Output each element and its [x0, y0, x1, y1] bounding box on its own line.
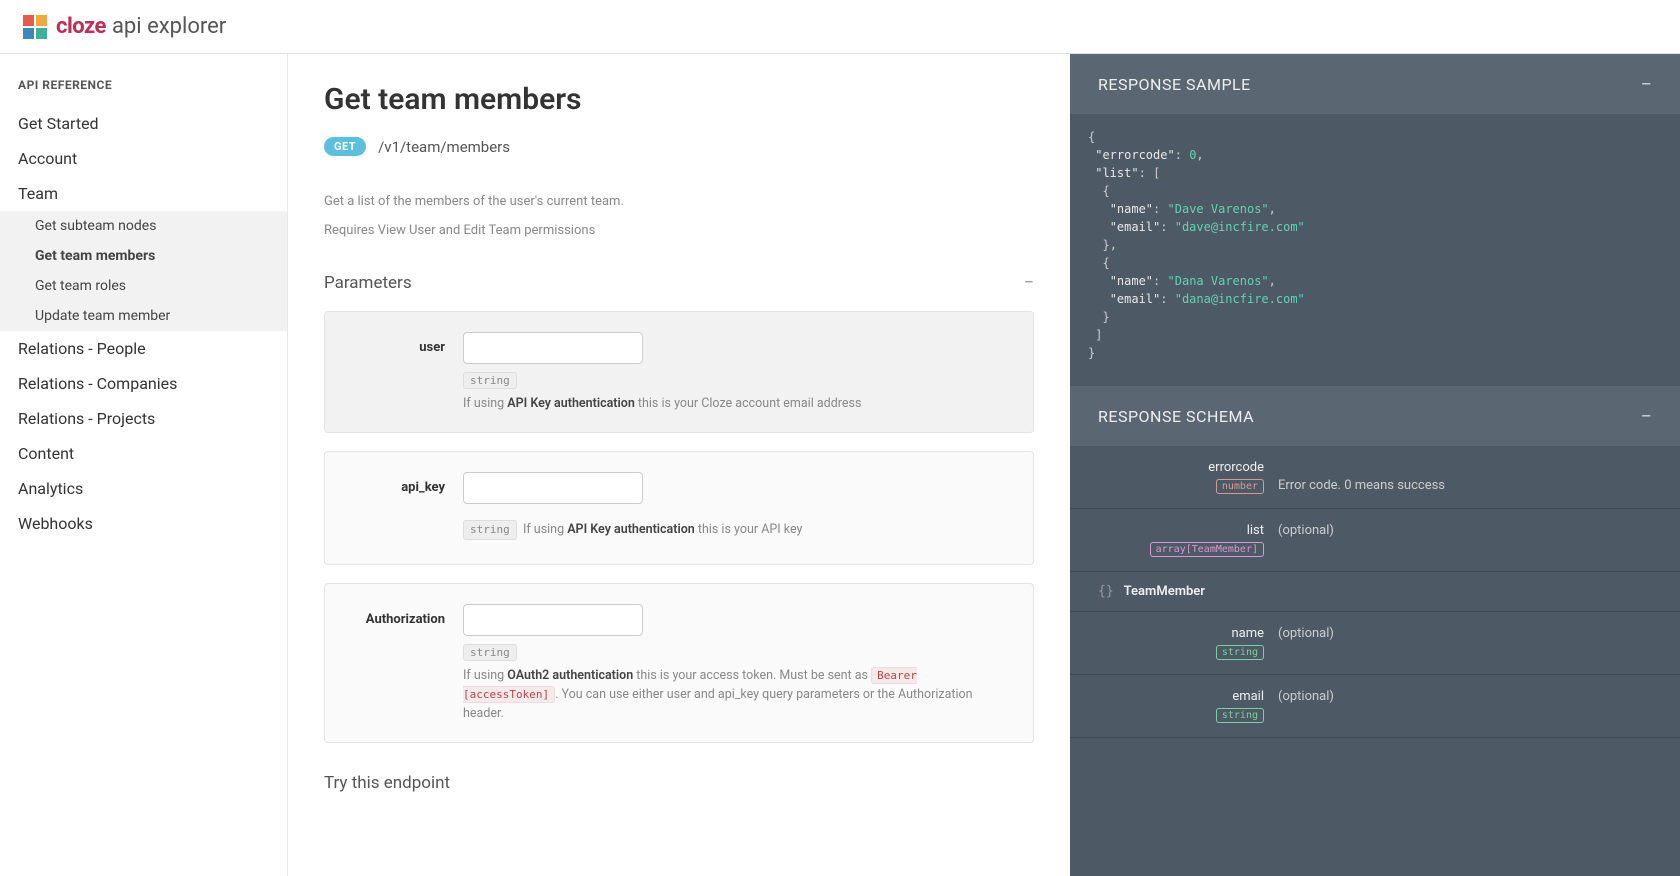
nav-sub-get-subteam-nodes[interactable]: Get subteam nodes — [0, 211, 287, 241]
schema-email-field: email string (optional) — [1070, 675, 1680, 738]
nav-relations-projects[interactable]: Relations - Projects — [0, 401, 287, 436]
collapse-icon[interactable]: − — [1024, 272, 1034, 293]
nav-account[interactable]: Account — [0, 141, 287, 176]
minus-icon[interactable]: − — [1641, 74, 1652, 94]
param-user-input[interactable] — [463, 332, 643, 364]
sidebar-heading: API REFERENCE — [0, 70, 287, 106]
nav-relations-people[interactable]: Relations - People — [0, 331, 287, 366]
parameters-title: Parameters — [324, 273, 412, 293]
response-sample-title: RESPONSE SAMPLE — [1098, 75, 1251, 94]
nav-webhooks[interactable]: Webhooks — [0, 506, 287, 541]
param-auth-type: string — [463, 644, 517, 661]
param-user: user string If using API Key authenticat… — [324, 311, 1034, 433]
param-auth-input[interactable] — [463, 604, 643, 636]
try-endpoint-heading: Try this endpoint — [324, 773, 1034, 793]
right-panel: RESPONSE SAMPLE − { "errorcode": 0, "lis… — [1070, 54, 1680, 876]
nav-sub-get-team-members[interactable]: Get team members — [0, 241, 287, 271]
nav-get-started[interactable]: Get Started — [0, 106, 287, 141]
logo[interactable]: cloze api explorer — [20, 12, 226, 42]
param-auth-desc: If using OAuth2 authentication this is y… — [463, 667, 1013, 723]
schema-name-field: name string (optional) — [1070, 612, 1680, 675]
app-header: cloze api explorer — [0, 0, 1680, 54]
param-authorization: Authorization string If using OAuth2 aut… — [324, 583, 1034, 742]
nav-analytics[interactable]: Analytics — [0, 471, 287, 506]
cloze-logo-icon — [20, 12, 50, 42]
param-user-type: string — [463, 372, 517, 389]
endpoint-row: GET /v1/team/members — [324, 137, 1034, 156]
response-sample-header[interactable]: RESPONSE SAMPLE − — [1070, 54, 1680, 114]
param-api-key: api_key string If using API Key authenti… — [324, 451, 1034, 566]
param-auth-label: Authorization — [345, 604, 445, 723]
nav-team[interactable]: Team — [0, 176, 287, 211]
minus-icon[interactable]: − — [1641, 406, 1652, 426]
schema-teammember[interactable]: {}TeamMember — [1070, 572, 1680, 612]
response-sample-code: { "errorcode": 0, "list": [ { "name": "D… — [1070, 114, 1680, 386]
nav-team-sub: Get subteam nodes Get team members Get t… — [0, 211, 287, 331]
sidebar: API REFERENCE Get Started Account Team G… — [0, 54, 288, 876]
response-schema-header[interactable]: RESPONSE SCHEMA − — [1070, 386, 1680, 446]
param-user-label: user — [345, 332, 445, 414]
brand-sub: api explorer — [112, 14, 226, 39]
param-user-desc: If using API Key authentication this is … — [463, 395, 1013, 414]
nav-sub-update-team-member[interactable]: Update team member — [0, 301, 287, 331]
main-content: Get team members GET /v1/team/members Ge… — [288, 54, 1070, 876]
param-api-key-label: api_key — [345, 472, 445, 547]
method-badge: GET — [324, 137, 366, 156]
braces-icon: {} — [1098, 584, 1114, 599]
nav-sub-get-team-roles[interactable]: Get team roles — [0, 271, 287, 301]
endpoint-desc-2: Requires View User and Edit Team permiss… — [324, 223, 1034, 238]
endpoint-path: /v1/team/members — [378, 138, 510, 156]
page-title: Get team members — [324, 82, 1034, 117]
schema-errorcode: errorcode number Error code. 0 means suc… — [1070, 446, 1680, 509]
response-schema-title: RESPONSE SCHEMA — [1098, 407, 1254, 426]
parameters-header: Parameters − — [324, 272, 1034, 293]
schema-list: list array[TeamMember] (optional) — [1070, 509, 1680, 572]
nav-relations-companies[interactable]: Relations - Companies — [0, 366, 287, 401]
param-api-key-input[interactable] — [463, 472, 643, 504]
nav-content[interactable]: Content — [0, 436, 287, 471]
brand-name: cloze — [56, 14, 106, 39]
param-api-key-desc: string If using API Key authentication t… — [463, 512, 1013, 547]
endpoint-desc-1: Get a list of the members of the user's … — [324, 194, 1034, 209]
